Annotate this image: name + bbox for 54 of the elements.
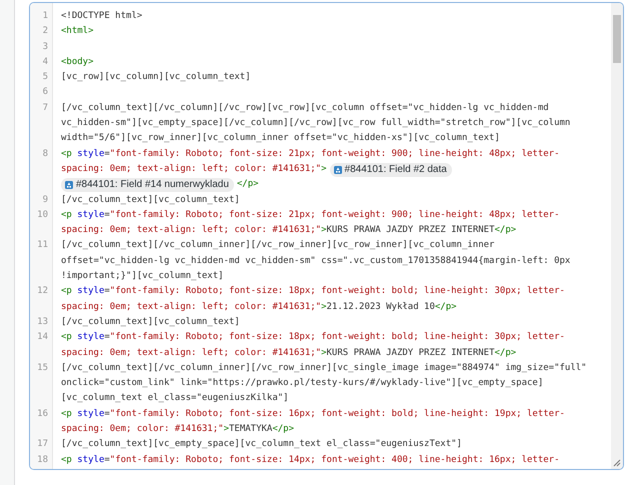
line-number: 8 (42, 148, 48, 159)
line-number: 3 (42, 42, 48, 52)
code-line: [/vc_column_text][vc_column_text] (61, 316, 240, 329)
code-line: offset="vc_hidden-lg vc_hidden-md vc_hidden-sm" css=".vc_custom_1701358841944{margin-left: 0px (61, 254, 570, 268)
code-line: spacing: 0em; color: #141631;">TEMATYKA</p> (61, 423, 294, 436)
code-line: </p> (236, 178, 259, 192)
line-number: 7 (42, 102, 48, 113)
code-line: <p style="font-family: Roboto; font-size: 18px; font-weight: bold; line-height: 30px; letter- (61, 331, 565, 344)
code-line: <body> (61, 56, 94, 69)
line-number: 13 (37, 316, 48, 327)
block-icon (65, 180, 73, 189)
line-number: 18 (37, 454, 48, 465)
block-icon (334, 166, 342, 174)
code-line: spacing: 0em; text-align: left; color: #141631;"> (61, 162, 327, 176)
scrollbar[interactable] (611, 3, 623, 469)
line-number: 14 (37, 332, 48, 342)
code-line: spacing: 0em; text-align: left; color: #141631;">KURS PRAWA JAZDY PRZEZ INTERNET</p> (61, 224, 516, 238)
code-line: width="5/6"][vc_row_inner][vc_column_inner offset="vc_hidden-xs"][vc_column_text] (61, 132, 500, 146)
resize-handle-icon[interactable] (613, 459, 621, 467)
line-number: 1 (42, 11, 48, 21)
code-line: !important;}"][vc_column_text] (61, 270, 224, 284)
code-line: [vc_row][vc_column][vc_column_text] (61, 71, 251, 84)
line-number: 16 (37, 408, 48, 419)
code-line: [/vc_column_text][vc_empty_space][vc_column_text el_class="eugeniuszText"] (61, 438, 462, 452)
line-number: 12 (37, 286, 48, 296)
line-number: 2 (42, 26, 48, 36)
code-line: [/vc_column_text][vc_column_text] (61, 194, 240, 207)
code-line: spacing: 0em; text-align: left; color: #141631;">21.12.2023 Wykład 10</p> (61, 300, 457, 314)
field-tag[interactable]: #844101: Field #14 numerwykladu (61, 178, 234, 192)
code-line: onclick="custom_link" link="https://prawko.pl/testy-kurs/#/wyklady-live"][vc_empty_space] (61, 377, 544, 390)
code-line: <p style="font-family: Roboto; font-size: 16px; font-weight: bold; line-height: 19px; letter- (61, 408, 565, 421)
scrollbar-thumb[interactable] (613, 15, 621, 63)
line-number: 10 (37, 210, 48, 220)
code-editor[interactable] (29, 2, 624, 470)
code-line: [vc_column_text el_class="eugeniuszKilka"] (61, 392, 289, 406)
code-line: [/vc_column_text][/vc_column][/vc_row][vc_row][vc_column offset="vc_hidden-lg vc_hidden-md (61, 102, 549, 115)
code-line: <p style="font-family: Roboto; font-size: 21px; font-weight: 900; line-height: 48px; letter- (61, 208, 560, 222)
line-number: 5 (42, 72, 48, 82)
code-line: <!DOCTYPE html> (61, 10, 142, 23)
line-number: 4 (42, 56, 48, 67)
line-number: 9 (42, 194, 48, 205)
line-number: 15 (37, 362, 48, 373)
field-tag[interactable]: #844101: Field #2 data (330, 162, 452, 177)
line-number: 17 (37, 439, 48, 450)
code-line: vc_hidden-sm"][vc_empty_space][/vc_column][/vc_row][vc_row full_width="stretch_row"][vc_column (61, 117, 570, 130)
code-line: <html> (61, 25, 94, 38)
code-line: <p style="font-family: Roboto; font-size: 14px; font-weight: 400; line-height: 16px; letter- (61, 454, 560, 467)
line-number: 6 (42, 87, 48, 98)
code-line: spacing: 0em; text-align: left; color: #141631;">KURS PRAWA JAZDY PRZEZ INTERNET</p> (61, 346, 516, 360)
code-line: [/vc_column_text][/vc_column_inner][/vc_row_inner][vc_single_image image="884974" img_size="full" (61, 362, 587, 375)
code-line: <p style="font-family: Roboto; font-size: 18px; font-weight: bold; line-height: 30px; letter- (61, 285, 565, 298)
code-line: <p style="font-family: Roboto; font-size: 21px; font-weight: 900; line-height: 48px; letter- (61, 148, 560, 161)
line-number: 11 (37, 240, 48, 250)
code-line: [/vc_column_text][/vc_column_inner][/vc_row_inner][vc_row_inner][vc_column_inner (61, 239, 494, 252)
